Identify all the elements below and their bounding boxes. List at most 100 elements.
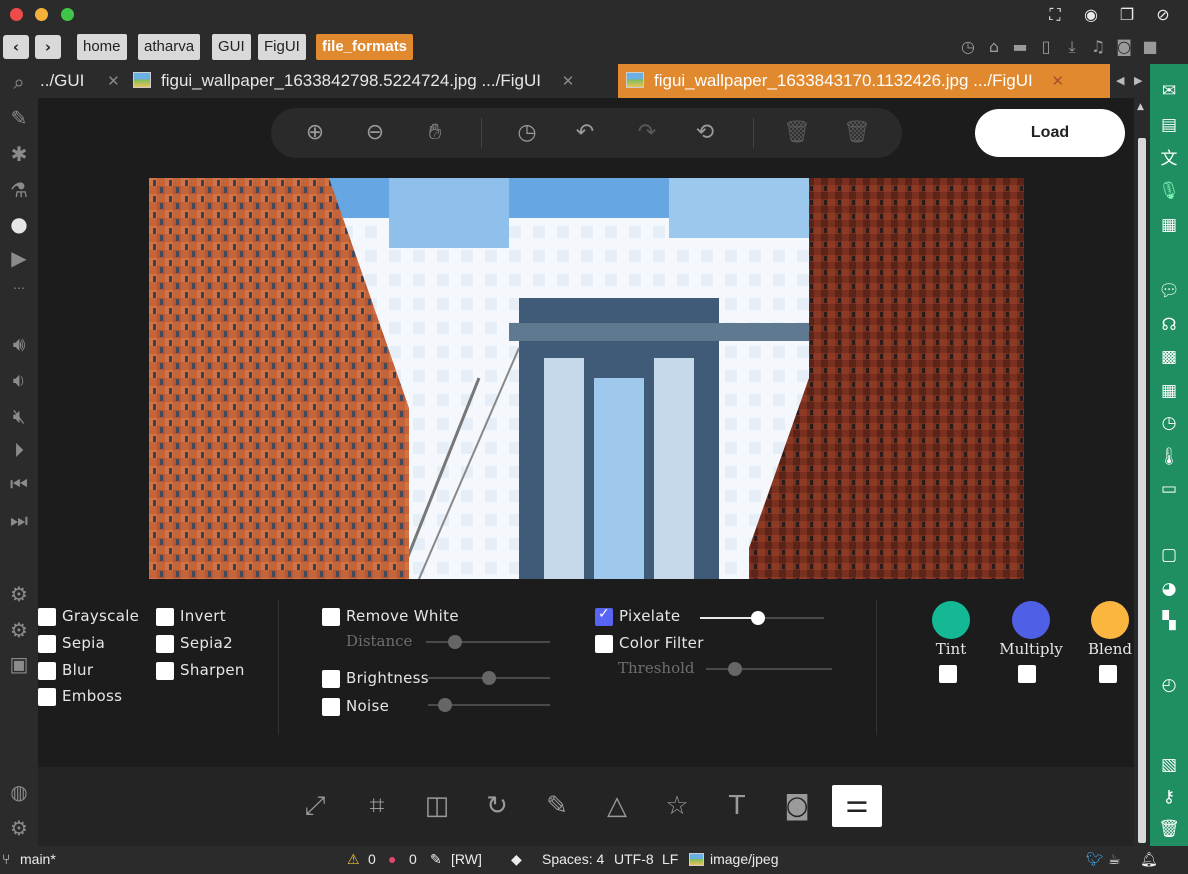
- headset-icon[interactable]: ☊: [1158, 314, 1180, 336]
- volume-mute-icon[interactable]: 🔇︎: [5, 402, 33, 430]
- thermometer-icon[interactable]: 🌡︎: [1158, 446, 1180, 468]
- pixelate-slider-knob[interactable]: [751, 611, 765, 625]
- brightness-checkbox[interactable]: [322, 670, 340, 688]
- encoding-label[interactable]: UTF-8: [614, 851, 654, 867]
- tools-icon[interactable]: ✎: [5, 104, 33, 132]
- coffee-icon[interactable]: ☕︎: [1108, 851, 1121, 868]
- recent-icon[interactable]: ◷: [958, 37, 978, 57]
- tab-scroll-right-icon[interactable]: ▶: [1134, 64, 1142, 98]
- minimize-window-button[interactable]: [35, 8, 48, 21]
- draw-icon[interactable]: ✎: [538, 787, 576, 825]
- text-icon[interactable]: T: [718, 787, 756, 825]
- history-icon[interactable]: ◷: [511, 117, 543, 149]
- close-window-button[interactable]: [10, 8, 23, 21]
- tab-gui[interactable]: ../GUI ✕: [40, 64, 120, 98]
- flask-icon[interactable]: ⚗: [5, 176, 33, 204]
- debug-icon[interactable]: ✱: [5, 140, 33, 168]
- apps-icon[interactable]: ▚: [1158, 610, 1180, 632]
- blur-checkbox[interactable]: [38, 662, 56, 680]
- pan-hand-icon[interactable]: ✋︎: [419, 117, 451, 149]
- eye-off-icon[interactable]: ⊘: [1152, 4, 1174, 26]
- calculator-icon[interactable]: ▩: [1158, 346, 1180, 368]
- account-icon[interactable]: ◍: [5, 778, 33, 806]
- home-icon[interactable]: ⌂: [984, 37, 1004, 57]
- noise-checkbox[interactable]: [322, 698, 340, 716]
- close-icon[interactable]: ✕: [1051, 73, 1064, 90]
- sepia-checkbox[interactable]: [38, 635, 56, 653]
- pixelate-checkbox[interactable]: [595, 606, 613, 626]
- play-icon[interactable]: ⏵: [5, 436, 33, 464]
- resize-icon[interactable]: ⤢: [296, 787, 334, 825]
- git-branch-icon[interactable]: ⑂: [2, 851, 10, 867]
- star-icon[interactable]: ☆: [658, 787, 696, 825]
- reset-icon[interactable]: ⟲: [689, 117, 721, 149]
- pixelate-slider[interactable]: [700, 611, 824, 625]
- scroll-up-icon[interactable]: ▲: [1137, 102, 1144, 112]
- volume-high-icon[interactable]: 🔊︎: [5, 330, 33, 358]
- back-button[interactable]: ‹: [3, 35, 29, 59]
- run-icon[interactable]: ▶: [5, 244, 33, 272]
- mask-icon[interactable]: ◙: [778, 787, 816, 825]
- settings-icon[interactable]: ⚙: [5, 580, 33, 608]
- next-icon[interactable]: ⏭: [5, 506, 33, 534]
- pencil-icon[interactable]: ✎: [430, 851, 442, 868]
- photo-canvas[interactable]: [149, 178, 1024, 579]
- history-icon[interactable]: ◴: [1158, 674, 1180, 696]
- drag-handle-icon[interactable]: ⋯: [5, 274, 33, 302]
- circuit-icon[interactable]: ▧: [1158, 754, 1180, 776]
- filter-icon[interactable]: ⚌: [832, 785, 882, 827]
- breadcrumb-figui[interactable]: FigUI: [258, 34, 306, 60]
- id-card-icon[interactable]: ▭: [1158, 478, 1180, 500]
- palette-icon[interactable]: ◕: [1158, 578, 1180, 600]
- video-icon[interactable]: ■: [1140, 37, 1160, 57]
- scrollbar-thumb[interactable]: [1138, 138, 1146, 843]
- grayscale-checkbox[interactable]: [38, 608, 56, 626]
- tab-wallpaper-1[interactable]: figui_wallpaper_1633842798.5224724.jpg .…: [133, 64, 574, 98]
- undo-icon[interactable]: ↶: [569, 117, 601, 149]
- microphone-icon[interactable]: 🎙︎: [1158, 180, 1180, 202]
- line-ending-label[interactable]: LF: [662, 851, 678, 867]
- redo-icon[interactable]: ↷: [631, 117, 663, 149]
- chat-icon[interactable]: 💬︎: [1158, 280, 1180, 302]
- delete-icon[interactable]: 🗑︎: [781, 117, 813, 149]
- present-icon[interactable]: ▦: [1158, 214, 1180, 236]
- warning-count[interactable]: 0: [368, 851, 376, 867]
- close-icon[interactable]: ✕: [562, 73, 575, 90]
- git-branch-label[interactable]: main*: [20, 851, 56, 867]
- breadcrumb-home[interactable]: home: [77, 34, 127, 60]
- eye-icon[interactable]: ◉: [1080, 4, 1102, 26]
- key-icon[interactable]: ⚷: [1158, 786, 1180, 808]
- fullscreen-icon[interactable]: ⛶: [1044, 4, 1066, 26]
- error-count[interactable]: 0: [409, 851, 417, 867]
- load-button[interactable]: Load: [975, 109, 1125, 157]
- threshold-slider[interactable]: [706, 662, 832, 676]
- brightness-slider[interactable]: [428, 671, 550, 685]
- sharpen-checkbox[interactable]: [156, 662, 174, 680]
- shape-icon[interactable]: △: [598, 787, 636, 825]
- sepia2-checkbox[interactable]: [156, 635, 174, 653]
- breadcrumb-file-formats[interactable]: file_formats: [316, 34, 414, 60]
- camera-icon[interactable]: ◙: [1114, 37, 1134, 57]
- zoom-out-icon[interactable]: ⊖: [359, 117, 391, 149]
- window-icon[interactable]: ❐: [1116, 4, 1138, 26]
- calendar-icon[interactable]: ▦: [1158, 380, 1180, 402]
- distance-slider[interactable]: [426, 635, 550, 649]
- tint-color-swatch[interactable]: [932, 601, 970, 639]
- invert-checkbox[interactable]: [156, 608, 174, 626]
- tint-checkbox[interactable]: [939, 665, 957, 683]
- rotate-icon[interactable]: ↻: [478, 787, 516, 825]
- folder-icon[interactable]: ▬: [1010, 37, 1030, 57]
- translate-icon[interactable]: 文: [1158, 148, 1180, 170]
- threshold-slider-knob[interactable]: [728, 662, 742, 676]
- blend-color-swatch[interactable]: [1091, 601, 1129, 639]
- settings-alt-icon[interactable]: ⚙: [5, 616, 33, 644]
- vertical-scrollbar[interactable]: ▲: [1134, 98, 1150, 846]
- tab-wallpaper-2[interactable]: figui_wallpaper_1633843170.1132426.jpg .…: [618, 64, 1110, 98]
- chip-icon[interactable]: ▣: [5, 650, 33, 678]
- mime-type-label[interactable]: image/jpeg: [710, 851, 779, 867]
- delete-all-icon[interactable]: 🗑︎: [841, 117, 873, 149]
- flip-icon[interactable]: ◫: [418, 787, 456, 825]
- breadcrumb-gui[interactable]: GUI: [212, 34, 251, 60]
- tv-icon[interactable]: ▢: [1158, 544, 1180, 566]
- trash-icon[interactable]: 🗑︎: [1158, 818, 1180, 840]
